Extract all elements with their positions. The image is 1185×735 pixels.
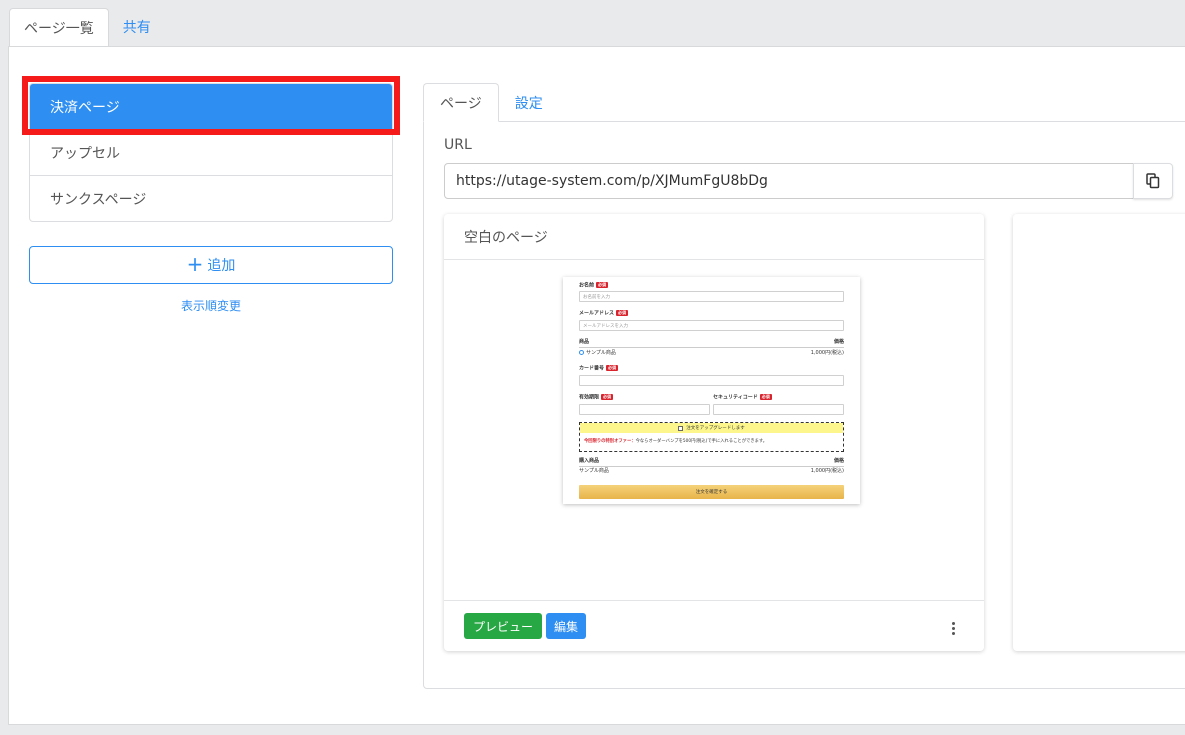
tab-page-list[interactable]: ページ一覧 [9, 8, 109, 46]
page-item-upsell[interactable]: アップセル [30, 129, 392, 175]
thumb-purchase-price: 1,000円(税込) [810, 468, 844, 474]
thumb-security-label: セキュリティコード 必須 [713, 394, 772, 401]
thumb-product-price: 1,000円(税込) [810, 350, 844, 356]
thumb-confirm-button: 注文を確定する [579, 485, 844, 499]
thumb-name-input: お名前を入力 [579, 291, 844, 302]
thumb-card-label: カード番号 必須 [579, 365, 619, 372]
thumb-product-row: サンプル商品 [579, 350, 616, 356]
thumb-purchase-header: 購入商品 [579, 458, 600, 464]
page-card: 空白のページ お名前 必須 お名前を入力 メールアドレス 必須 メールアドレスを入力… [444, 214, 984, 651]
detail-tabs: ページ 設定 [423, 83, 559, 122]
url-field[interactable]: https://utage-system.com/p/XJMumFgU8bDg [444, 163, 1134, 199]
thumb-price-header: 価格 [833, 339, 844, 345]
reorder-link[interactable]: 表示順変更 [29, 297, 393, 314]
edit-button[interactable]: 編集 [546, 613, 587, 639]
page-item-checkout[interactable]: 決済ページ [30, 84, 392, 129]
tab-settings[interactable]: 設定 [499, 83, 559, 122]
checkbox-icon [678, 425, 684, 431]
thumb-card-input [579, 375, 844, 386]
thumb-divider [579, 466, 844, 467]
radio-icon [579, 350, 584, 355]
page-thumbnail[interactable]: お名前 必須 お名前を入力 メールアドレス 必須 メールアドレスを入力 商品 価格 … [563, 277, 860, 504]
card-title: 空白のページ [444, 214, 984, 260]
thumb-email-label: メールアドレス 必須 [579, 310, 629, 317]
thumb-purchase-price-header: 価格 [833, 458, 844, 464]
copy-icon [1146, 173, 1160, 189]
thumb-expiry-input [579, 404, 710, 415]
top-tabs: ページ一覧 共有 [9, 8, 165, 46]
add-page-button[interactable]: + 追加 [29, 246, 393, 284]
thumb-purchase-name: サンプル商品 [579, 468, 609, 474]
thumb-upgrade-row: 注文をアップグレードします [580, 423, 843, 433]
page-item-thanks[interactable]: サンクスページ [30, 175, 392, 221]
more-options-icon[interactable] [950, 621, 956, 637]
thumb-email-input: メールアドレスを入力 [579, 320, 844, 331]
thumb-expiry-label: 有効期限 必須 [579, 394, 614, 401]
page-list: 決済ページ アップセル サンクスページ [29, 83, 393, 222]
thumb-upsell-box: 注文をアップグレードします 今回限りの特別オファー：今ならオーダーバンプを500… [579, 422, 844, 452]
tab-share[interactable]: 共有 [109, 8, 165, 46]
thumb-product-header: 商品 [579, 339, 590, 345]
thumb-offer-text: 今回限りの特別オファー：今ならオーダーバンプを500円(税込)で手に入れることが… [584, 439, 768, 444]
page-card-secondary [1013, 214, 1185, 651]
add-page-label: 追加 [207, 258, 236, 274]
thumb-name-label: お名前 必須 [579, 282, 609, 289]
plus-icon: + [186, 252, 204, 276]
thumb-security-input [713, 404, 844, 415]
url-label: URL [444, 137, 472, 153]
copy-url-button[interactable] [1133, 163, 1173, 199]
tab-page[interactable]: ページ [423, 83, 499, 122]
thumb-divider [579, 347, 844, 348]
preview-button[interactable]: プレビュー [464, 613, 543, 639]
card-footer: プレビュー 編集 [444, 600, 984, 651]
